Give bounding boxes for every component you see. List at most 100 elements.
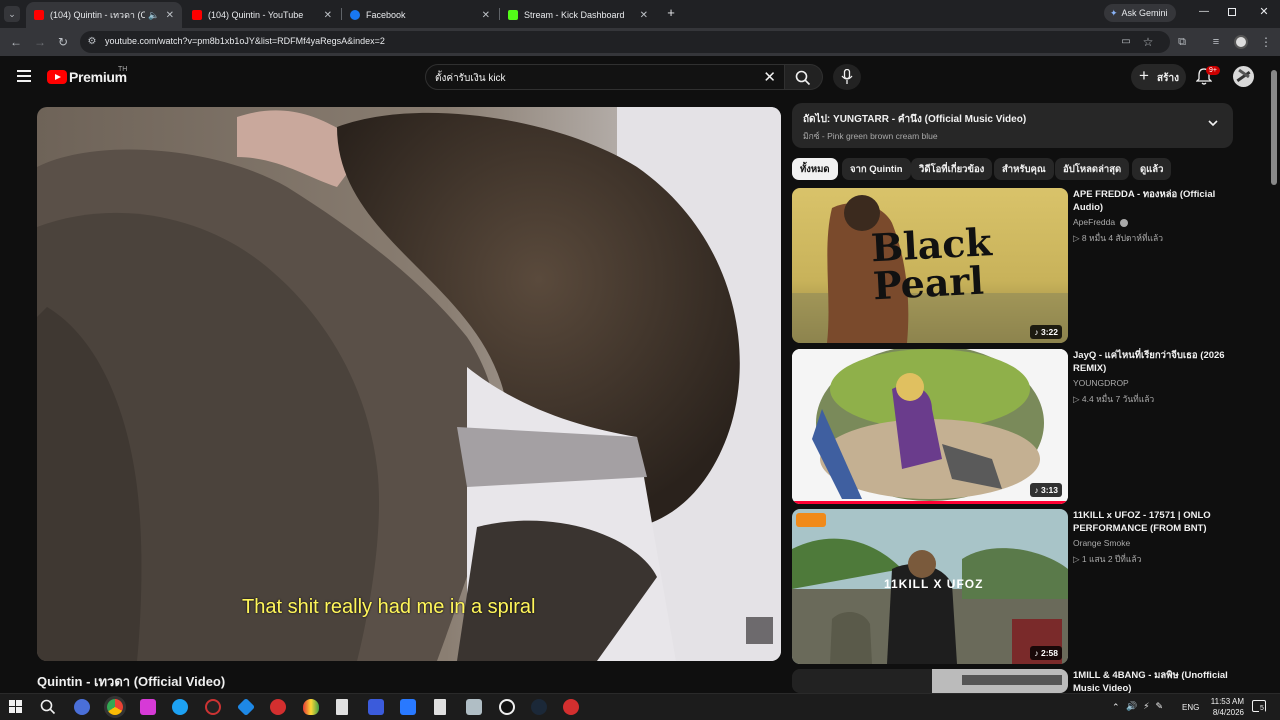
taskbar-search-icon[interactable] bbox=[40, 699, 56, 715]
youtube-play-logo-icon bbox=[47, 70, 67, 84]
close-tab-icon[interactable]: ✕ bbox=[482, 10, 490, 21]
video-item-title[interactable]: 11KILL x UFOZ - 17571 | ONLO PERFORMANCE… bbox=[1073, 509, 1228, 535]
kick-favicon-icon bbox=[508, 10, 518, 20]
video-title: Quintin - เทวดา (Official Video) bbox=[37, 674, 226, 689]
app-icon-13[interactable] bbox=[466, 699, 482, 715]
search-button[interactable] bbox=[785, 64, 823, 90]
video-duration: ♪ 3:22 bbox=[1030, 325, 1062, 339]
voice-search-button[interactable] bbox=[833, 64, 861, 90]
notification-center-count: 5 bbox=[1259, 705, 1265, 712]
chip-from-channel[interactable]: จาก Quintin bbox=[842, 158, 911, 180]
site-info-icon[interactable]: ⚙ bbox=[84, 34, 100, 50]
region-code: TH bbox=[118, 66, 128, 73]
close-tab-icon[interactable]: ✕ bbox=[640, 10, 648, 21]
app-icon-11[interactable] bbox=[400, 699, 416, 715]
app-icon-8[interactable] bbox=[303, 699, 319, 715]
tab-youtube-channel[interactable]: (104) Quintin - YouTube ✕ bbox=[184, 2, 340, 28]
chrome-icon[interactable] bbox=[107, 699, 123, 715]
minimize-window-icon[interactable]: — bbox=[1198, 6, 1210, 18]
youtube-premium-logo[interactable]: Premium TH bbox=[47, 66, 137, 86]
video-item-title[interactable]: 1MILL & 4BANG - มลพิษ (Unofficial Music … bbox=[1073, 669, 1228, 693]
edge-icon[interactable] bbox=[172, 699, 188, 715]
app-icon-16[interactable] bbox=[563, 699, 579, 715]
playlist-mix-label: มิกซ์ - Pink green brown cream blue bbox=[803, 131, 938, 141]
chevron-down-icon[interactable] bbox=[1207, 116, 1219, 128]
chip-watched[interactable]: ดูแล้ว bbox=[1132, 158, 1172, 180]
chip-all[interactable]: ทั้งหมด bbox=[792, 158, 838, 180]
facebook-favicon-icon bbox=[350, 10, 360, 20]
video-thumbnail[interactable]: ♪ 3:13 bbox=[792, 349, 1068, 504]
steam-icon[interactable] bbox=[531, 699, 547, 715]
video-player[interactable] bbox=[37, 107, 781, 661]
tray-chevron-icon[interactable]: ⌃ bbox=[1112, 702, 1120, 713]
notifications-button[interactable]: 9+ bbox=[1196, 66, 1220, 86]
video-item-channel[interactable]: Orange Smoke bbox=[1073, 538, 1130, 548]
close-window-icon[interactable]: ✕ bbox=[1258, 5, 1270, 19]
plus-icon: + bbox=[1139, 66, 1149, 85]
thumbnail-image bbox=[792, 669, 1068, 693]
video-item-channel[interactable]: ApeFredda bbox=[1073, 217, 1129, 227]
video-thumbnail[interactable] bbox=[792, 669, 1068, 693]
app-icon-10[interactable] bbox=[368, 699, 384, 715]
gemini-sparkle-icon: ✦ bbox=[1110, 7, 1118, 18]
playlist-panel[interactable]: ถัดไป: YUNGTARR - คำนึง (Official Music … bbox=[792, 103, 1233, 148]
windows-start-icon[interactable] bbox=[9, 700, 23, 714]
video-item-channel[interactable]: YOUNGDROP bbox=[1073, 378, 1129, 388]
video-item-meta: ▷ 1 แสน 2 ปีที่แล้ว bbox=[1073, 554, 1142, 564]
create-button[interactable]: + สร้าง bbox=[1131, 64, 1186, 90]
language-indicator[interactable]: ENG bbox=[1182, 703, 1199, 712]
microphone-icon bbox=[841, 69, 853, 84]
app-icon-1[interactable] bbox=[74, 699, 90, 715]
file-icon[interactable] bbox=[336, 699, 348, 715]
bookmark-star-icon[interactable]: ☆ bbox=[1140, 34, 1156, 50]
browser-menu-icon[interactable]: ⋮ bbox=[1258, 34, 1274, 50]
youtube-favicon-icon bbox=[192, 10, 202, 20]
thumbnail-title-overlay: 11KILL X UFOZ bbox=[884, 577, 984, 591]
search-input[interactable]: ตั้งค่ารับเงิน kick ✕ bbox=[425, 64, 785, 90]
restore-window-icon[interactable] bbox=[1228, 8, 1236, 16]
close-tab-icon[interactable]: ✕ bbox=[166, 10, 174, 21]
close-tab-icon[interactable]: ✕ bbox=[324, 10, 332, 21]
chip-for-you[interactable]: สำหรับคุณ bbox=[994, 158, 1054, 180]
tab-youtube-video[interactable]: (104) Quintin - เทวดา (Offici 🔈 ✕ bbox=[26, 2, 182, 28]
app-icon-12[interactable] bbox=[434, 699, 446, 715]
verified-badge-icon bbox=[1120, 218, 1129, 227]
video-item-title[interactable]: APE FREDDA - ทองหล่อ (Official Audio) bbox=[1073, 188, 1228, 214]
tab-search-button[interactable]: ⌄ bbox=[4, 6, 20, 22]
clock[interactable]: 11:53 AM 8/4/2026 bbox=[1204, 696, 1244, 718]
notification-center-icon[interactable]: 5 bbox=[1252, 700, 1266, 712]
youtube-favicon-icon bbox=[34, 10, 44, 20]
forward-icon[interactable]: → bbox=[32, 34, 48, 50]
app-icon-5[interactable] bbox=[205, 699, 221, 715]
app-icon-7[interactable] bbox=[270, 699, 286, 715]
app-icon-14[interactable] bbox=[499, 699, 515, 715]
video-duration: ♪ 3:13 bbox=[1030, 483, 1062, 497]
progress-bar bbox=[792, 501, 1068, 504]
search-icon bbox=[795, 70, 811, 86]
chip-related[interactable]: วิดีโอที่เกี่ยวข้อง bbox=[911, 158, 993, 180]
reading-list-icon[interactable]: ≡ bbox=[1208, 34, 1224, 50]
app-icon-3[interactable] bbox=[140, 699, 156, 715]
tray-icons[interactable]: 🔊⚡✎ bbox=[1126, 701, 1169, 712]
scrollbar-thumb[interactable] bbox=[1271, 70, 1277, 185]
clear-search-icon[interactable]: ✕ bbox=[763, 68, 776, 86]
video-caption: That shit really had me in a spiral bbox=[242, 596, 536, 618]
video-thumbnail[interactable]: Black Pearl ♪ 3:22 bbox=[792, 188, 1068, 343]
extensions-icon[interactable]: ⧉ bbox=[1174, 34, 1190, 50]
new-tab-icon[interactable]: + bbox=[664, 6, 678, 20]
reload-icon[interactable]: ↻ bbox=[55, 34, 71, 50]
video-item-title[interactable]: JayQ - แค่ไหนที่เรียกว่าจีบเธอ (2026 REM… bbox=[1073, 349, 1228, 375]
back-icon[interactable]: ← bbox=[8, 34, 24, 50]
tab-kick-dashboard[interactable]: Stream - Kick Dashboard ✕ bbox=[500, 2, 656, 28]
hamburger-menu-icon[interactable] bbox=[17, 70, 31, 82]
ask-gemini-button[interactable]: ✦ Ask Gemini bbox=[1104, 4, 1176, 22]
install-app-icon[interactable]: ▭ bbox=[1118, 34, 1134, 50]
tab-title: Stream - Kick Dashboard bbox=[524, 10, 625, 20]
playlist-next-title: ถัดไป: YUNGTARR - คำนึง (Official Music … bbox=[803, 114, 1027, 125]
account-avatar[interactable] bbox=[1233, 66, 1254, 87]
tab-facebook[interactable]: Facebook ✕ bbox=[342, 2, 498, 28]
video-thumbnail[interactable]: 11KILL X UFOZ ♪ 2:58 bbox=[792, 509, 1068, 664]
profile-avatar[interactable] bbox=[1234, 35, 1248, 49]
url-text: youtube.com/watch?v=pm8b1xb1oJY&list=RDF… bbox=[105, 36, 385, 46]
chip-recent-uploads[interactable]: อัปโหลดล่าสุด bbox=[1055, 158, 1130, 180]
